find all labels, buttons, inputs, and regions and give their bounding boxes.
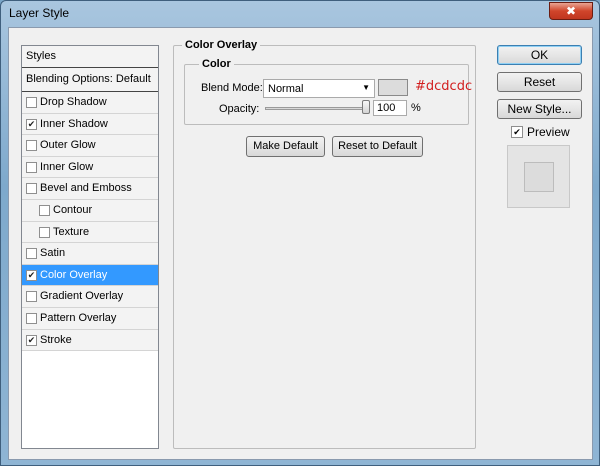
styles-header[interactable]: Styles	[22, 46, 158, 68]
opacity-input[interactable]: 100	[373, 100, 407, 116]
new-style-button[interactable]: New Style...	[497, 99, 582, 119]
hex-annotation: #dcdcdc	[415, 79, 473, 94]
style-item-satin[interactable]: Satin	[22, 243, 158, 265]
style-item-label: Drop Shadow	[40, 96, 107, 108]
blend-mode-select[interactable]: Normal ▼	[263, 79, 375, 98]
color-swatch[interactable]	[378, 79, 408, 96]
blending-options-item[interactable]: Blending Options: Default	[22, 68, 158, 92]
styles-list: Styles Blending Options: Default Drop Sh…	[21, 45, 159, 449]
style-item-label: Satin	[40, 247, 66, 260]
color-group-title: Color	[199, 58, 234, 70]
style-item-contour[interactable]: Contour	[22, 199, 158, 222]
style-item-texture[interactable]: Texture	[22, 221, 158, 244]
style-item-inner-shadow[interactable]: ✔ Inner Shadow	[22, 113, 158, 136]
blend-mode-value: Normal	[268, 83, 304, 95]
style-checkbox[interactable]	[26, 161, 37, 173]
style-item-label: Inner Shadow	[40, 117, 108, 130]
color-overlay-title: Color Overlay	[182, 39, 261, 51]
layer-style-dialog: Layer Style ✖ Styles Blending Options: D…	[0, 0, 600, 466]
make-default-button[interactable]: Make Default	[246, 136, 325, 157]
style-item-pattern-overlay[interactable]: Pattern Overlay	[22, 307, 158, 330]
dialog-body: Styles Blending Options: Default Drop Sh…	[8, 27, 593, 460]
style-item-label: Color Overlay	[40, 268, 108, 281]
style-item-bevel-and-emboss[interactable]: Bevel and Emboss	[22, 178, 158, 200]
style-checkbox[interactable]	[26, 183, 37, 195]
title-bar[interactable]: Layer Style ✖	[1, 1, 599, 25]
blend-mode-label: Blend Mode:	[201, 82, 263, 94]
style-item-stroke[interactable]: ✔ Stroke	[22, 329, 158, 352]
preview-label[interactable]: Preview	[527, 125, 570, 139]
preview-sample	[524, 162, 554, 192]
style-checkbox[interactable]	[26, 248, 37, 260]
style-checkbox[interactable]	[26, 291, 37, 303]
window-title: Layer Style	[9, 6, 70, 20]
reset-to-default-button[interactable]: Reset to Default	[332, 136, 423, 157]
style-checkbox[interactable]: ✔	[26, 269, 37, 281]
opacity-unit: %	[411, 102, 421, 114]
style-checkbox[interactable]	[26, 312, 37, 324]
style-item-label: Gradient Overlay	[40, 290, 124, 303]
style-item-inner-glow[interactable]: Inner Glow	[22, 156, 158, 179]
style-items: Drop Shadow ✔ Inner Shadow Outer Glow Inner …	[22, 92, 158, 352]
chevron-down-icon: ▼	[362, 83, 370, 92]
opacity-slider-thumb[interactable]	[362, 100, 370, 114]
preview-checkbox[interactable]: ✔	[511, 126, 523, 138]
style-item-label: Texture	[53, 225, 90, 238]
style-item-label: Bevel and Emboss	[40, 182, 132, 195]
color-group: Color Blend Mode: Normal ▼ #dcdcdc Opaci…	[184, 58, 473, 125]
ok-button[interactable]: OK	[497, 45, 582, 65]
opacity-label: Opacity:	[219, 103, 260, 115]
style-item-gradient-overlay[interactable]: Gradient Overlay	[22, 286, 158, 308]
style-item-outer-glow[interactable]: Outer Glow	[22, 135, 158, 157]
color-overlay-panel: Color Overlay Color Blend Mode: Normal ▼…	[173, 39, 476, 449]
style-item-label: Contour	[53, 203, 93, 216]
style-item-label: Stroke	[40, 333, 72, 346]
style-checkbox[interactable]	[26, 97, 37, 108]
close-icon[interactable]: ✖	[566, 4, 576, 18]
style-checkbox[interactable]	[26, 140, 37, 152]
style-item-label: Outer Glow	[40, 139, 96, 152]
style-checkbox[interactable]: ✔	[26, 118, 37, 130]
style-item-drop-shadow[interactable]: Drop Shadow	[22, 92, 158, 114]
close-button[interactable]: ✖	[549, 2, 593, 20]
reset-button[interactable]: Reset	[497, 72, 582, 92]
style-checkbox[interactable]: ✔	[26, 334, 37, 346]
style-item-label: Inner Glow	[40, 160, 94, 173]
style-checkbox[interactable]	[39, 204, 50, 216]
style-checkbox[interactable]	[39, 226, 50, 238]
opacity-slider-track[interactable]	[265, 107, 367, 110]
style-item-color-overlay[interactable]: ✔ Color Overlay	[22, 264, 158, 287]
style-item-label: Pattern Overlay	[40, 311, 117, 324]
preview-thumbnail	[507, 145, 570, 208]
